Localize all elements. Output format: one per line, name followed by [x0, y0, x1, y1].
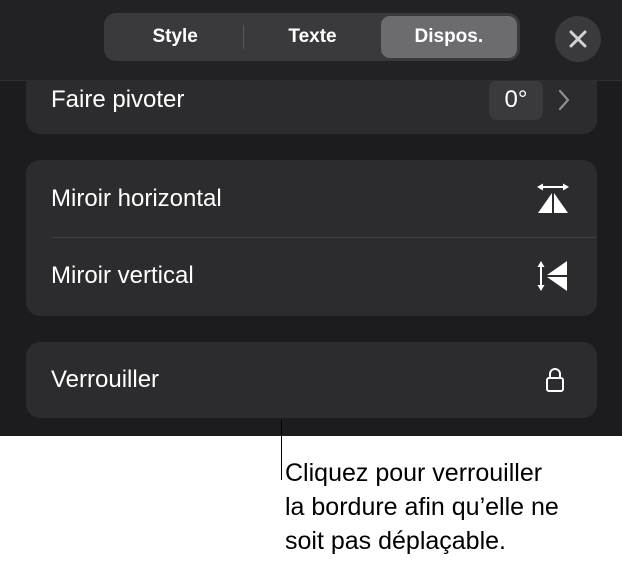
- lock-icon: [545, 367, 565, 393]
- row-divider: [51, 237, 597, 238]
- chevron-right-icon[interactable]: [557, 88, 571, 112]
- tab-texte[interactable]: Texte: [244, 16, 380, 58]
- flip-vertical-label: Miroir vertical: [51, 262, 194, 289]
- callout-text: Cliquez pour verrouiller la bordure afin…: [285, 456, 615, 558]
- flip-horizontal-icon: [535, 183, 571, 215]
- flip-vertical-icon: [537, 259, 571, 293]
- flip-vertical-row[interactable]: Miroir vertical: [26, 237, 597, 315]
- rotate-label: Faire pivoter: [51, 86, 185, 113]
- callout-line-1: Cliquez pour verrouiller: [285, 459, 543, 487]
- tab-style[interactable]: Style: [107, 16, 243, 58]
- lock-label: Verrouiller: [51, 366, 160, 393]
- format-panel: Faire pivoter 0° Miroir horizontal Miroi…: [0, 0, 622, 436]
- callout-line-3: soit pas déplaçable.: [285, 527, 506, 555]
- stage: Faire pivoter 0° Miroir horizontal Miroi…: [0, 0, 622, 567]
- tab-dispos[interactable]: Dispos.: [380, 16, 517, 58]
- lock-row[interactable]: Verrouiller: [26, 342, 597, 418]
- rotate-value[interactable]: 0°: [489, 80, 543, 120]
- format-tabs: Style Texte Dispos.: [104, 13, 520, 61]
- flip-horizontal-row[interactable]: Miroir horizontal: [26, 160, 597, 237]
- flip-horizontal-label: Miroir horizontal: [51, 184, 222, 212]
- close-icon: [568, 29, 588, 49]
- callout-line-2: la bordure afin qu’elle ne: [285, 493, 559, 521]
- callout-line: [281, 420, 282, 480]
- panel-header: Style Texte Dispos.: [0, 0, 622, 81]
- flip-card: Miroir horizontal Miroir vertical: [26, 160, 597, 316]
- lock-card: Verrouiller: [26, 342, 597, 418]
- close-button[interactable]: [555, 16, 601, 62]
